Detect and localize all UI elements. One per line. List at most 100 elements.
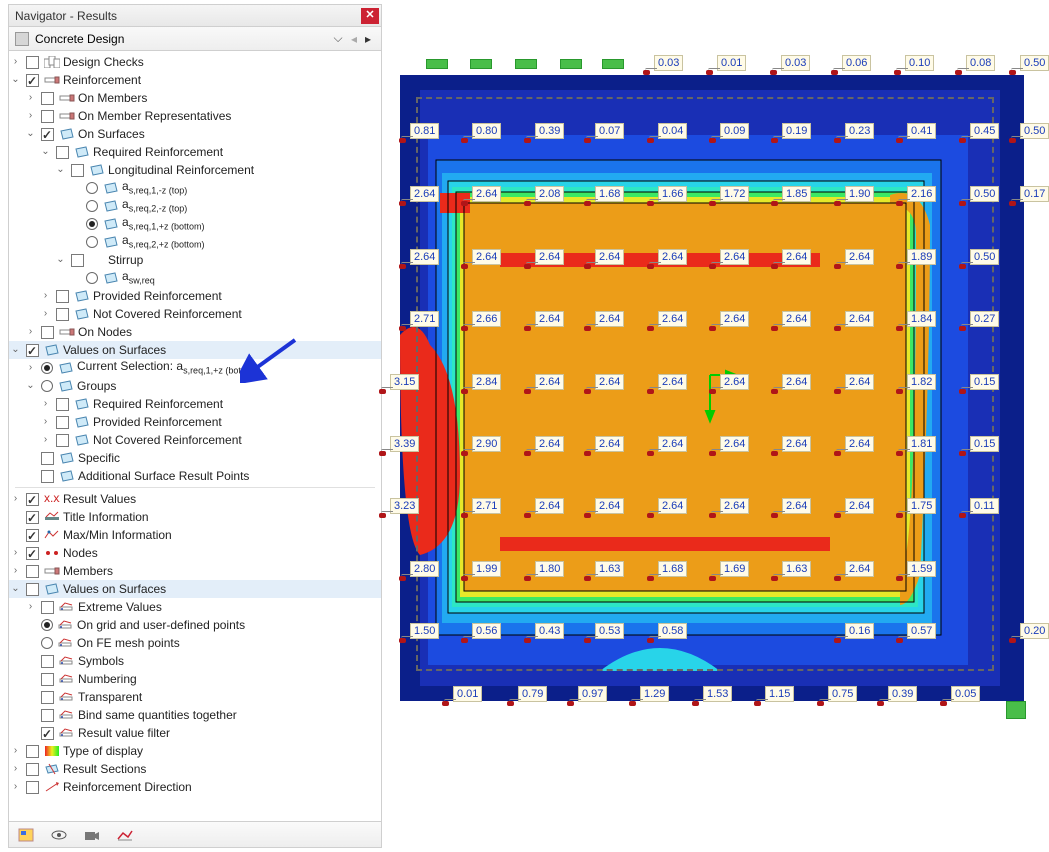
surface-value[interactable]: 0.05 [951, 686, 980, 702]
surface-value[interactable]: 0.15 [970, 374, 999, 390]
checkbox[interactable] [41, 128, 54, 141]
expand-icon[interactable]: ⌄ [54, 251, 67, 269]
tree-item[interactable]: ⌄Groups [9, 377, 381, 395]
surface-value[interactable]: 0.75 [828, 686, 857, 702]
expand-icon[interactable]: › [24, 323, 37, 341]
tree-item[interactable]: ·Specific [9, 449, 381, 467]
surface-value[interactable]: 2.90 [472, 436, 501, 452]
checkbox[interactable] [41, 452, 54, 465]
expand-icon[interactable]: › [39, 431, 52, 449]
tree-item[interactable]: ›Result Sections [9, 760, 381, 778]
checkbox[interactable] [41, 470, 54, 483]
tree-item[interactable]: ›Members [9, 562, 381, 580]
surface-value[interactable]: 1.72 [720, 186, 749, 202]
tree-item[interactable]: ·Title Information [9, 508, 381, 526]
surface-value[interactable]: 2.64 [535, 249, 564, 265]
surface-value[interactable]: 0.50 [970, 186, 999, 202]
surface-value[interactable]: 2.64 [658, 436, 687, 452]
tree-item[interactable]: ›Design Checks [9, 53, 381, 71]
surface-value[interactable]: 2.64 [595, 436, 624, 452]
surface-value[interactable]: 0.10 [905, 55, 934, 71]
checkbox[interactable] [41, 110, 54, 123]
surface-value[interactable]: 0.81 [410, 123, 439, 139]
tree-item[interactable]: ›Type of display [9, 742, 381, 760]
surface-value[interactable]: 1.75 [907, 498, 936, 514]
tree-item[interactable]: ·as,req,2,+z (bottom) [9, 233, 381, 251]
surface-value[interactable]: 2.64 [845, 498, 874, 514]
expand-icon[interactable]: ⌄ [9, 341, 22, 359]
checkbox[interactable] [26, 583, 39, 596]
checkbox[interactable] [26, 781, 39, 794]
surface-value[interactable]: 1.68 [595, 186, 624, 202]
surface-value[interactable]: 2.64 [595, 374, 624, 390]
surface-value[interactable]: 1.63 [782, 561, 811, 577]
surface-value[interactable]: 1.81 [907, 436, 936, 452]
expand-icon[interactable]: › [9, 760, 22, 778]
expand-icon[interactable]: › [9, 778, 22, 796]
checkbox[interactable] [26, 529, 39, 542]
surface-value[interactable]: 0.39 [535, 123, 564, 139]
next-icon[interactable]: ▸ [361, 32, 375, 46]
tree-item[interactable]: ·Transparent [9, 688, 381, 706]
radio[interactable] [86, 272, 98, 284]
surface-value[interactable]: 0.07 [595, 123, 624, 139]
surface-value[interactable]: 3.15 [390, 374, 419, 390]
surface-value[interactable]: 2.64 [720, 498, 749, 514]
tree-item[interactable]: ·Bind same quantities together [9, 706, 381, 724]
checkbox[interactable] [41, 655, 54, 668]
checkbox[interactable] [26, 74, 39, 87]
radio[interactable] [86, 200, 98, 212]
surface-value[interactable]: 0.53 [595, 623, 624, 639]
radio[interactable] [41, 362, 53, 374]
surface-value[interactable]: 1.80 [535, 561, 564, 577]
tree-item[interactable]: ·On grid and user-defined points [9, 616, 381, 634]
tool-views[interactable] [11, 824, 41, 846]
expand-icon[interactable]: ⌄ [24, 125, 37, 143]
expand-icon[interactable]: › [24, 359, 37, 377]
surface-value[interactable]: 2.64 [720, 249, 749, 265]
navigator-tree[interactable]: ›Design Checks⌄Reinforcement›On Members›… [9, 51, 381, 821]
surface-value[interactable]: 2.64 [782, 374, 811, 390]
surface-value[interactable]: 2.66 [472, 311, 501, 327]
surface-value[interactable]: 0.06 [842, 55, 871, 71]
surface-value[interactable]: 2.64 [658, 249, 687, 265]
tree-item[interactable]: ›Extreme Values [9, 598, 381, 616]
surface-value[interactable]: 2.64 [410, 186, 439, 202]
expand-icon[interactable]: › [39, 305, 52, 323]
radio[interactable] [86, 236, 98, 248]
surface-value[interactable]: 2.64 [782, 436, 811, 452]
expand-icon[interactable]: › [39, 287, 52, 305]
checkbox[interactable] [26, 511, 39, 524]
tree-item[interactable]: ›Not Covered Reinforcement [9, 305, 381, 323]
surface-value[interactable]: 0.80 [472, 123, 501, 139]
checkbox[interactable] [41, 92, 54, 105]
prev-icon[interactable]: ◂ [347, 32, 361, 46]
tool-graph[interactable] [110, 824, 140, 846]
surface-value[interactable]: 2.64 [595, 498, 624, 514]
radio[interactable] [41, 637, 53, 649]
surface-value[interactable]: 3.39 [390, 436, 419, 452]
panel-header[interactable]: Navigator - Results ✕ [9, 5, 381, 27]
surface-value[interactable]: 1.82 [907, 374, 936, 390]
checkbox[interactable] [41, 727, 54, 740]
tree-item[interactable]: ·Additional Surface Result Points [9, 467, 381, 485]
surface-value[interactable]: 1.29 [640, 686, 669, 702]
surface-value[interactable]: 2.64 [472, 186, 501, 202]
surface-value[interactable]: 0.03 [654, 55, 683, 71]
tree-item[interactable]: ·On FE mesh points [9, 634, 381, 652]
checkbox[interactable] [56, 146, 69, 159]
surface-value[interactable]: 2.64 [535, 311, 564, 327]
expand-icon[interactable]: ⌄ [54, 161, 67, 179]
checkbox[interactable] [56, 434, 69, 447]
surface-value[interactable]: 0.50 [1020, 123, 1049, 139]
expand-icon[interactable]: › [24, 598, 37, 616]
surface-value[interactable]: 0.01 [717, 55, 746, 71]
surface-value[interactable]: 0.15 [970, 436, 999, 452]
tool-eye[interactable] [44, 824, 74, 846]
checkbox[interactable] [26, 344, 39, 357]
checkbox[interactable] [71, 254, 84, 267]
surface-value[interactable]: 1.50 [410, 623, 439, 639]
tree-item[interactable]: ·Numbering [9, 670, 381, 688]
surface-value[interactable]: 0.79 [518, 686, 547, 702]
surface-value[interactable]: 0.50 [1020, 55, 1049, 71]
